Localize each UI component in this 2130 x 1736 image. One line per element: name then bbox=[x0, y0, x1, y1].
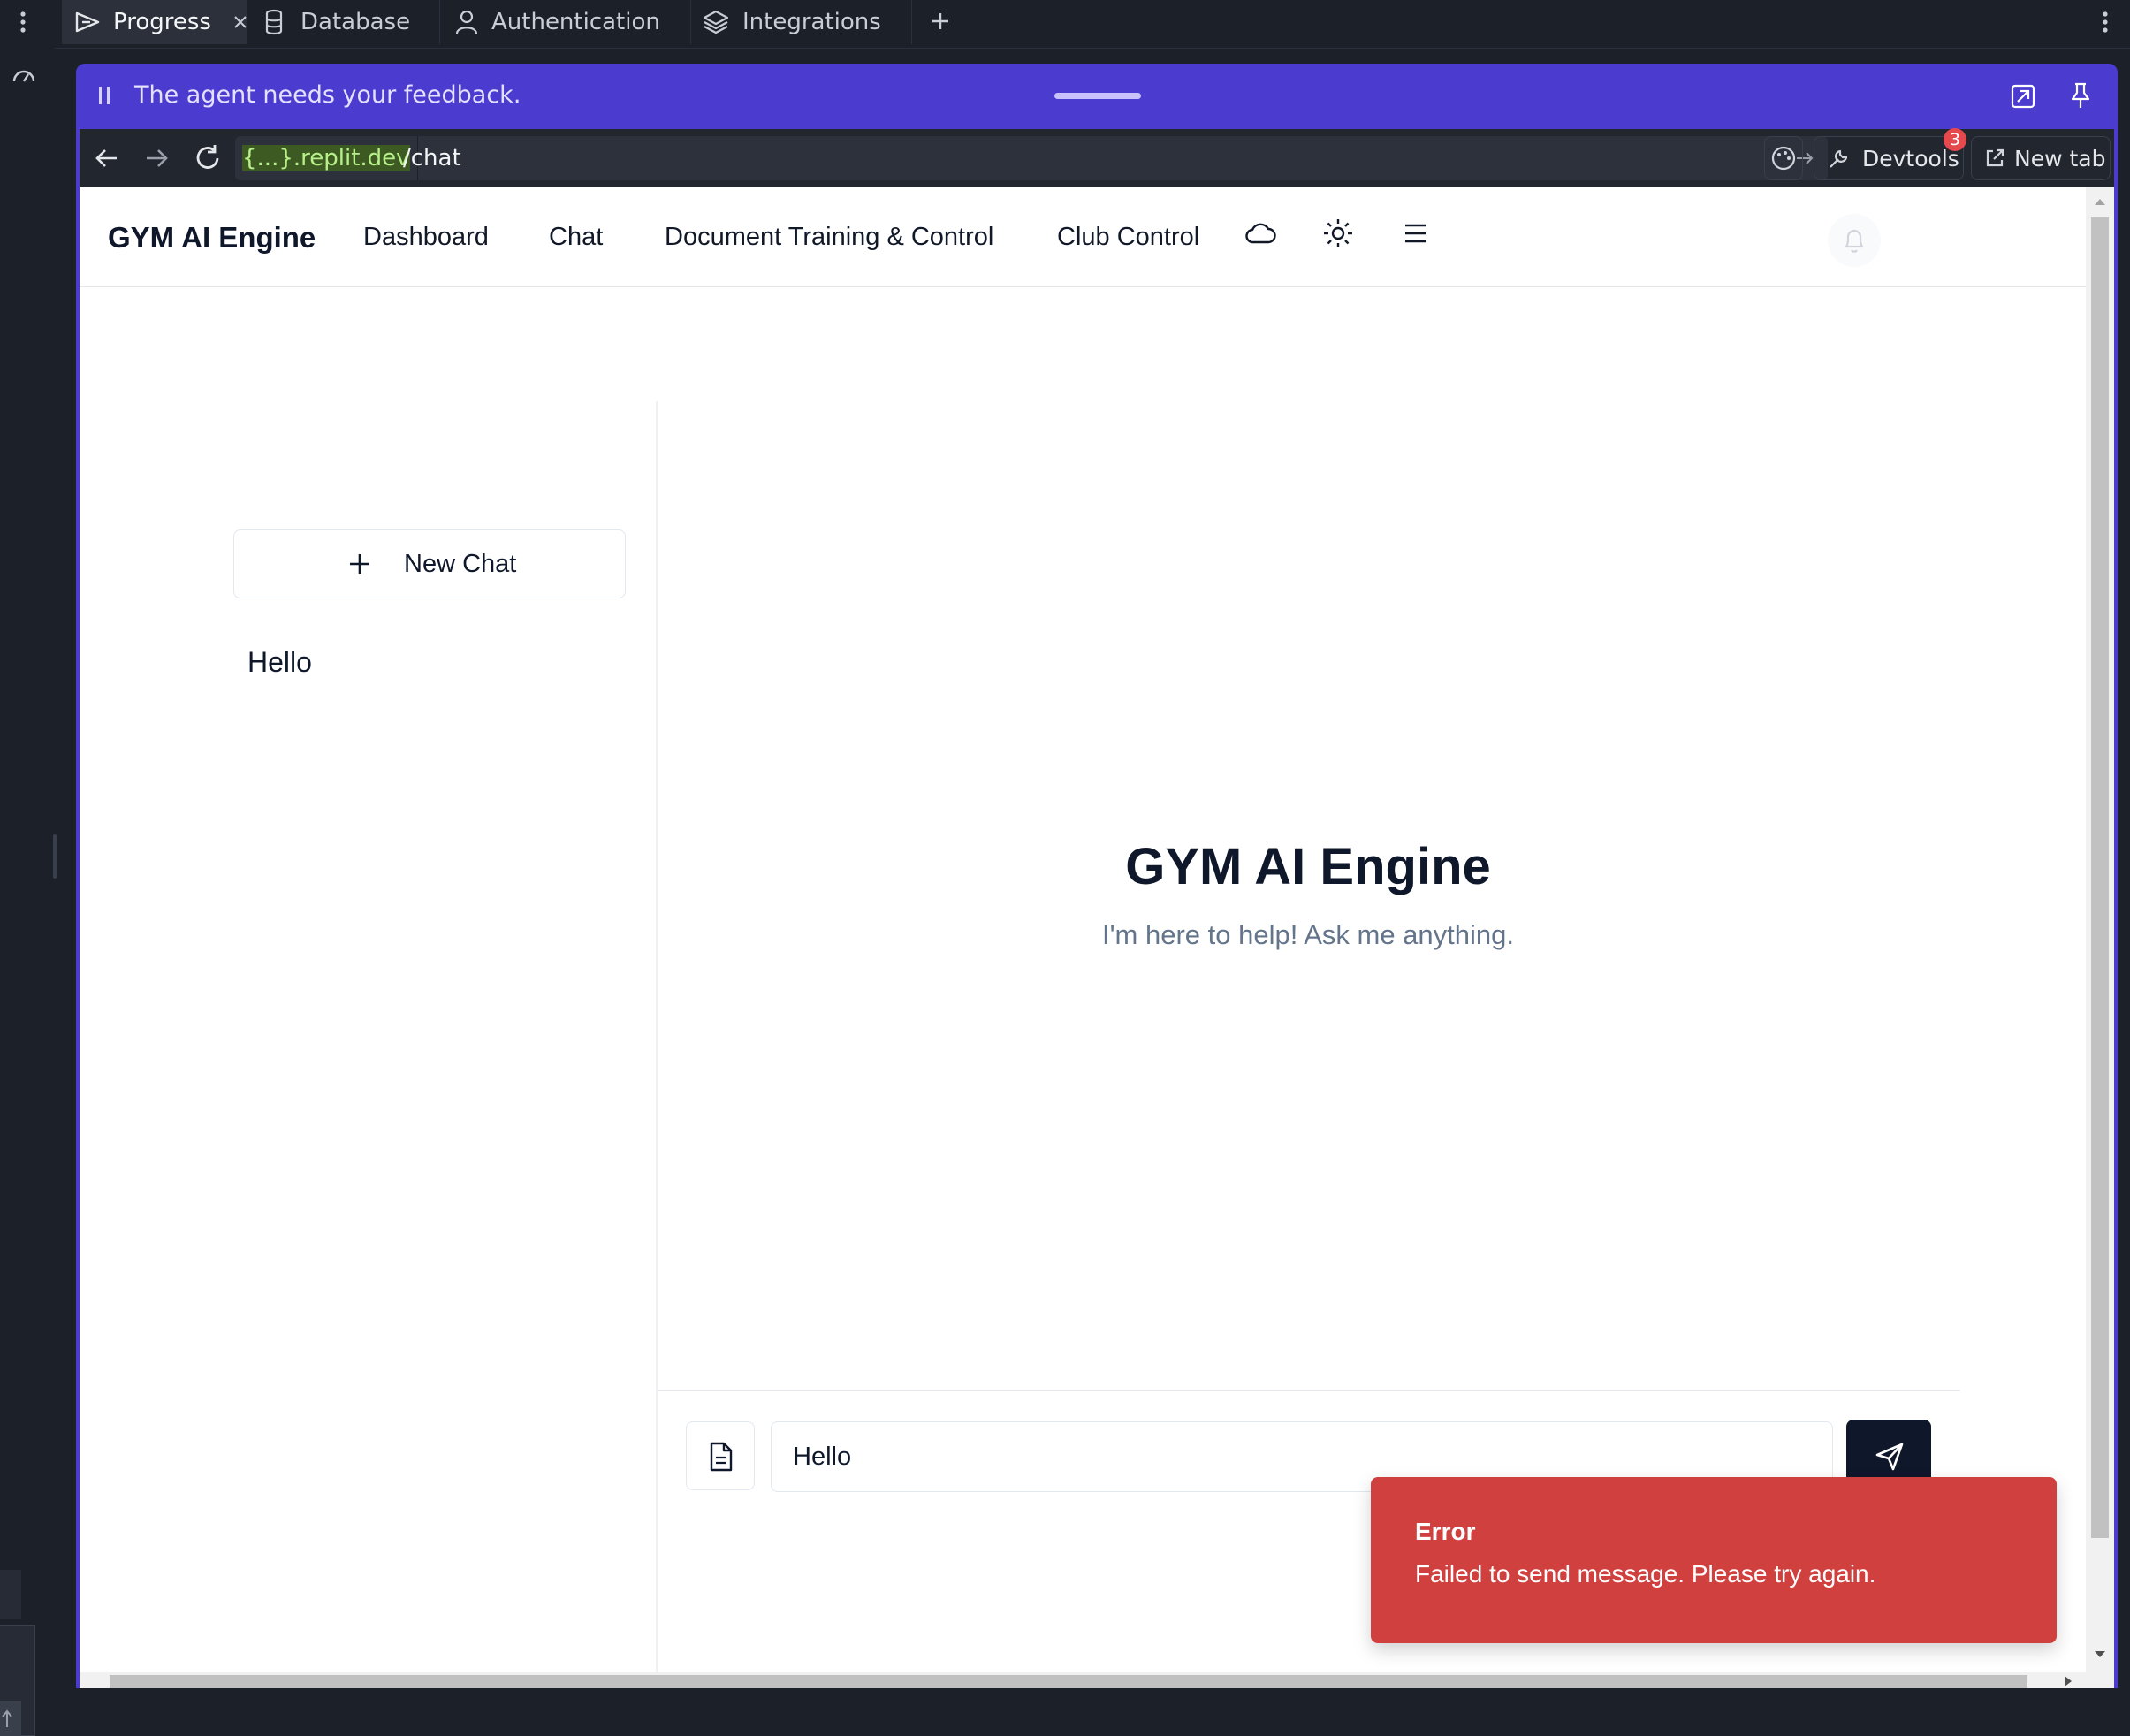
scrollbar-thumb[interactable] bbox=[2091, 217, 2109, 1538]
close-icon[interactable] bbox=[232, 14, 248, 30]
new-tab-label: New tab bbox=[2014, 146, 2106, 171]
rail-panel bbox=[0, 1570, 21, 1619]
chat-sidebar: New Chat Hello bbox=[80, 287, 657, 1688]
tab-label: Database bbox=[300, 9, 411, 35]
scroll-up-icon[interactable] bbox=[2093, 196, 2107, 207]
new-chat-button[interactable]: New Chat bbox=[233, 529, 626, 598]
toast-title: Error bbox=[1415, 1518, 1476, 1545]
tab-database[interactable]: Database bbox=[251, 0, 440, 44]
reload-icon[interactable] bbox=[193, 143, 223, 173]
url-path: /chat bbox=[403, 145, 461, 171]
nav-chat[interactable]: Chat bbox=[549, 223, 603, 252]
nav-dashboard[interactable]: Dashboard bbox=[363, 223, 489, 252]
tab-progress[interactable]: Progress bbox=[62, 0, 247, 44]
error-toast[interactable]: Error Failed to send message. Please try… bbox=[1371, 1477, 2057, 1643]
pin-icon[interactable] bbox=[2068, 81, 2093, 110]
kebab-menu-icon[interactable] bbox=[2095, 11, 2116, 34]
sidebar-divider bbox=[656, 401, 658, 1688]
forward-arrow-icon[interactable] bbox=[143, 145, 170, 171]
kebab-menu-icon[interactable] bbox=[12, 11, 34, 34]
url-domain-text: {...}.replit.dev bbox=[242, 145, 410, 171]
scroll-up-icon[interactable] bbox=[0, 1701, 21, 1736]
toast-message: Failed to send message. Please try again… bbox=[1415, 1560, 1876, 1588]
composer-divider bbox=[658, 1390, 1960, 1391]
tab-label: Authentication bbox=[491, 9, 660, 35]
layers-icon bbox=[702, 9, 730, 35]
wrench-icon bbox=[1827, 148, 1850, 171]
tab-label: Integrations bbox=[742, 9, 881, 35]
browser-toolbar: {...}.replit.dev /chat Devtools 3 New ta… bbox=[80, 128, 2114, 187]
drag-handle[interactable] bbox=[1054, 93, 1141, 99]
external-link-icon bbox=[1984, 148, 2005, 169]
scroll-down-icon[interactable] bbox=[2093, 1649, 2107, 1660]
workspace-tab-bar: Progress Database Authentication Integra… bbox=[0, 0, 2130, 49]
plus-icon bbox=[347, 552, 372, 576]
pause-icon[interactable] bbox=[97, 85, 113, 106]
chat-welcome-subtitle: I'm here to help! Ask me anything. bbox=[1102, 919, 1514, 950]
chat-history-item[interactable]: Hello bbox=[247, 646, 312, 679]
devtools-label: Devtools bbox=[1862, 146, 1959, 171]
nav-document-training[interactable]: Document Training & Control bbox=[665, 223, 993, 252]
gauge-icon[interactable] bbox=[11, 64, 37, 87]
new-chat-label: New Chat bbox=[404, 550, 517, 578]
bell-icon bbox=[1842, 226, 1867, 255]
app-page: GYM AI Engine Dashboard Chat Document Tr… bbox=[80, 187, 2086, 1688]
resize-handle[interactable] bbox=[53, 834, 57, 879]
palette-icon bbox=[1770, 145, 1797, 171]
tab-integrations[interactable]: Integrations bbox=[693, 0, 912, 44]
user-icon bbox=[454, 9, 479, 35]
address-bar[interactable]: {...}.replit.dev /chat bbox=[235, 136, 1828, 180]
horizontal-scrollbar[interactable] bbox=[80, 1672, 2114, 1688]
menu-icon[interactable] bbox=[1402, 221, 1430, 246]
new-tab-button[interactable]: New tab bbox=[1971, 136, 2111, 180]
database-icon bbox=[260, 8, 288, 36]
left-rail bbox=[0, 48, 57, 1736]
url-domain: {...}.replit.dev bbox=[235, 136, 418, 180]
file-text-icon bbox=[708, 1442, 734, 1472]
scrollbar-thumb[interactable] bbox=[110, 1675, 2027, 1688]
attach-document-button[interactable] bbox=[686, 1421, 755, 1490]
back-arrow-icon[interactable] bbox=[94, 145, 120, 171]
message-input-value: Hello bbox=[793, 1443, 852, 1471]
add-tab-icon[interactable] bbox=[930, 11, 951, 32]
chat-welcome-title: GYM AI Engine bbox=[1125, 838, 1491, 895]
theme-palette-button[interactable] bbox=[1764, 136, 1803, 180]
sun-icon[interactable] bbox=[1322, 217, 1354, 249]
cloud-icon[interactable] bbox=[1244, 221, 1276, 247]
vertical-scrollbar[interactable] bbox=[2086, 187, 2114, 1672]
expand-icon[interactable] bbox=[2010, 83, 2036, 110]
tab-authentication[interactable]: Authentication bbox=[442, 0, 691, 44]
feedback-bar: The agent needs your feedback. bbox=[76, 64, 2118, 127]
tab-label: Progress bbox=[113, 9, 211, 35]
notification-badge: 3 bbox=[1944, 128, 1966, 151]
devtools-button[interactable]: Devtools 3 bbox=[1814, 128, 1966, 180]
nav-club-control[interactable]: Club Control bbox=[1057, 223, 1199, 252]
scroll-right-icon[interactable] bbox=[2063, 1675, 2073, 1687]
feedback-message: The agent needs your feedback. bbox=[134, 81, 521, 109]
send-icon bbox=[1875, 1443, 1905, 1471]
progress-icon bbox=[74, 11, 101, 34]
app-header: GYM AI Engine Dashboard Chat Document Tr… bbox=[80, 187, 2086, 287]
notifications-button[interactable] bbox=[1828, 214, 1881, 267]
brand-logo[interactable]: GYM AI Engine bbox=[108, 221, 316, 255]
